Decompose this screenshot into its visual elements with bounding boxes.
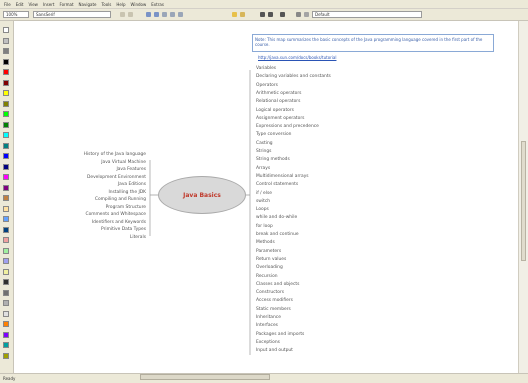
right-topic-node[interactable]: Assignment operators — [256, 116, 304, 121]
left-topic-node[interactable]: Comments and Whitespace — [86, 212, 147, 217]
right-topic-node[interactable]: Packages and imports — [256, 332, 304, 337]
left-topic-node[interactable]: Java Editions — [118, 182, 146, 187]
left-topic-node[interactable]: Java Features — [116, 167, 146, 172]
left-topic-node[interactable]: Identifiers and Keywords — [92, 220, 146, 225]
right-topic-node[interactable]: Inheritance — [256, 315, 281, 320]
vertical-scroll-thumb[interactable] — [521, 141, 526, 261]
right-topic-node[interactable]: Recursion — [256, 274, 278, 279]
right-topic-node[interactable]: Expressions and precedence — [256, 124, 319, 129]
right-topic-node[interactable]: Interfaces — [256, 323, 278, 328]
right-topic-node[interactable]: String methods — [256, 157, 290, 162]
note-box[interactable]: Note: This map summarizes the basic conc… — [252, 34, 494, 52]
right-topic-node[interactable]: Strings — [256, 149, 271, 154]
right-topic-node[interactable]: Operators — [256, 83, 278, 88]
right-topic-node[interactable]: while and do-while — [256, 215, 297, 220]
right-topic-node[interactable]: Return values — [256, 257, 286, 262]
right-topic-node[interactable]: Overloading — [256, 265, 283, 270]
left-topic-node[interactable]: Development Environment — [87, 175, 146, 180]
left-topic-node[interactable]: Java Virtual Machine — [101, 160, 146, 165]
right-topic-node[interactable]: Type conversion — [256, 132, 291, 137]
right-topic-node[interactable]: Casting — [256, 141, 273, 146]
right-topic-node[interactable]: Parameters — [256, 249, 281, 254]
note-text: Note: This map summarizes the basic conc… — [255, 37, 483, 47]
horizontal-scroll-thumb[interactable] — [140, 374, 270, 380]
right-topic-node[interactable]: Arithmetic operators — [256, 91, 301, 96]
right-topic-node[interactable]: Exceptions — [256, 340, 280, 345]
right-topic-node[interactable]: Classes and objects — [256, 282, 299, 287]
left-topic-node[interactable]: Compiling and Running — [95, 197, 146, 202]
right-topic-node[interactable]: Static members — [256, 307, 291, 312]
right-topic-node[interactable]: Constructors — [256, 290, 284, 295]
right-topic-node[interactable]: switch — [256, 199, 270, 204]
right-topic-node[interactable]: Logical operators — [256, 108, 294, 113]
right-topic-node[interactable]: Loops — [256, 207, 269, 212]
right-topic-node[interactable]: Multidimensional arrays — [256, 174, 309, 179]
vertical-scrollbar[interactable] — [518, 21, 528, 373]
left-topic-node[interactable]: Installing the JDK — [108, 190, 146, 195]
status-text: Ready — [3, 376, 16, 381]
right-topic-node[interactable]: Access modifiers — [256, 298, 293, 303]
note-link[interactable]: http://java.sun.com/docs/books/tutorial — [258, 55, 336, 60]
right-topic-node[interactable]: Declaring variables and constants — [256, 74, 331, 79]
left-topic-node[interactable]: History of the Java language — [84, 152, 146, 157]
right-topic-node[interactable]: for loop — [256, 224, 273, 229]
right-topic-node[interactable]: Arrays — [256, 166, 270, 171]
right-topic-node[interactable]: if / else — [256, 191, 272, 196]
right-topic-node[interactable]: Methods — [256, 240, 275, 245]
right-topic-node[interactable]: break and continue — [256, 232, 299, 237]
left-topic-node[interactable]: Program Structure — [106, 205, 146, 210]
right-topic-node[interactable]: Relational operators — [256, 99, 300, 104]
right-topic-node[interactable]: Control statements — [256, 182, 298, 187]
left-topic-node[interactable]: Literals — [130, 235, 146, 240]
central-node-label: Java Basics — [183, 191, 221, 199]
left-topic-node[interactable]: Primitive Data Types — [101, 227, 146, 232]
right-topic-node[interactable]: Variables — [256, 66, 276, 71]
right-topic-node[interactable]: Input and output — [256, 348, 293, 353]
central-node[interactable]: Java Basics — [158, 176, 246, 214]
